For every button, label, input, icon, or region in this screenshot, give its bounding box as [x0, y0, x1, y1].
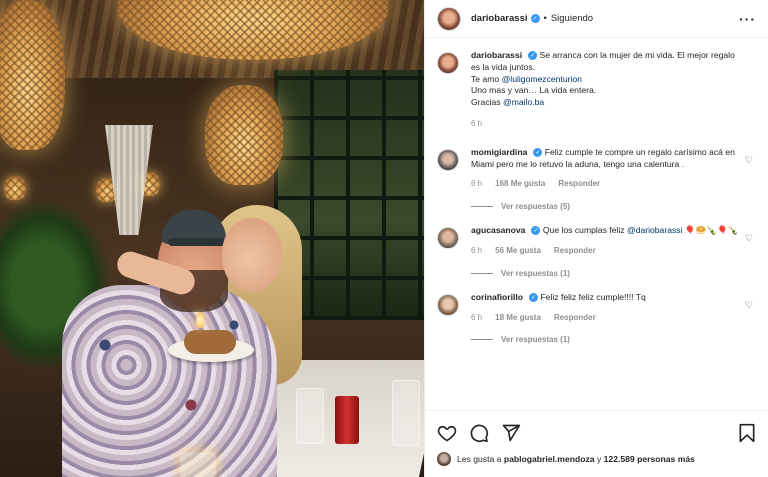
comment-emojis: 🎈🥯🍾🎈🍾	[684, 225, 739, 236]
caption-body: dariobarassi ✓ Se arranca con la mujer de…	[471, 50, 741, 130]
comment-time[interactable]: 6 h	[471, 312, 482, 324]
author-username[interactable]: dariobarassi	[471, 13, 528, 24]
author-avatar[interactable]	[437, 6, 461, 31]
photo-lamp	[0, 0, 65, 150]
comment-avatar[interactable]	[437, 293, 459, 316]
comment-username[interactable]: corinafiorillo	[471, 292, 523, 302]
verified-badge-icon: ✓	[530, 14, 540, 23]
photo-lamp	[205, 85, 283, 185]
comment-reply-button[interactable]: Responder	[554, 312, 596, 324]
likes-summary[interactable]: Les gusta a pablogabriel.mendoza y 122.5…	[437, 452, 760, 466]
comment-item: momigiardina ✓ Feliz cumple te compre un …	[437, 147, 757, 190]
comment-likes[interactable]: 168 Me gusta	[495, 178, 545, 190]
view-replies-label: Ver respuestas (1)	[501, 268, 570, 278]
photo-candle-jar	[180, 452, 216, 477]
comment-item: corinafiorillo ✓ Feliz feliz feliz cumple…	[437, 292, 757, 324]
caption-avatar[interactable]	[437, 52, 459, 74]
share-icon[interactable]	[501, 423, 521, 443]
comment-icon[interactable]	[469, 423, 489, 443]
caption-time[interactable]: 6 h	[471, 118, 482, 130]
header-separator: •	[543, 13, 547, 24]
view-replies-button[interactable]: Ver respuestas (5)	[471, 202, 757, 211]
photo-candle-flame	[196, 312, 204, 328]
comment-mention[interactable]: @dariobarassi	[627, 225, 683, 235]
comment-time[interactable]: 6 h	[471, 178, 482, 190]
photo-man-cap-brim	[168, 238, 226, 246]
comment-text: Que los cumplas feliz	[542, 225, 625, 236]
photo-cake	[184, 330, 236, 354]
view-replies-label: Ver respuestas (5)	[501, 202, 570, 212]
liker-username[interactable]: pablogabriel.mendoza	[504, 454, 595, 464]
likes-count[interactable]: 122.589 personas más	[604, 454, 695, 464]
caption-text-line3: Uno mas y van… La vida entera.	[471, 85, 597, 96]
caption: dariobarassi ✓ Se arranca con la mujer de…	[437, 50, 757, 130]
comment-like-heart-icon[interactable]: ♡	[745, 233, 753, 244]
post-photo[interactable]	[0, 0, 424, 477]
comment-like-heart-icon[interactable]: ♡	[745, 155, 753, 166]
view-replies-button[interactable]: Ver respuestas (1)	[471, 335, 757, 344]
caption-text-line4: Gracias	[471, 97, 501, 108]
caption-username[interactable]: dariobarassi	[471, 50, 522, 60]
comment-item: agucasanova ✓ Que los cumplas feliz @dari…	[437, 225, 757, 257]
comment-username[interactable]: agucasanova	[471, 225, 525, 235]
comment-like-heart-icon[interactable]: ♡	[745, 300, 753, 311]
comment-time[interactable]: 6 h	[471, 245, 482, 257]
verified-badge-icon: ✓	[533, 148, 543, 158]
comment-likes[interactable]: 18 Me gusta	[495, 312, 541, 324]
post-panel: dariobarassi ✓ • Siguiendo ··· dariobara…	[424, 0, 768, 477]
post-actions	[425, 410, 768, 454]
replies-line	[471, 339, 493, 341]
comment-body: agucasanova ✓ Que los cumplas feliz @dari…	[471, 225, 741, 257]
likes-prefix: Les gusta a	[457, 454, 502, 464]
comment-likes[interactable]: 56 Me gusta	[495, 245, 541, 257]
photo-lamp	[4, 176, 26, 200]
replies-line	[471, 272, 493, 274]
comment-reply-button[interactable]: Responder	[554, 245, 596, 257]
likes-middle: y	[596, 454, 602, 464]
view-replies-label: Ver respuestas (1)	[501, 335, 570, 345]
comment-text: Feliz feliz feliz cumple!!!! Tq	[540, 291, 646, 302]
following-button[interactable]: Siguiendo	[551, 13, 593, 24]
photo-soda-can	[335, 396, 359, 444]
photo-woman-face	[222, 218, 282, 292]
comment-avatar[interactable]	[437, 148, 459, 171]
photo-glass	[296, 388, 324, 444]
photo-glass	[392, 380, 420, 446]
post-header: dariobarassi ✓ • Siguiendo ···	[425, 0, 768, 38]
comment-username[interactable]: momigiardina	[471, 147, 527, 157]
comment-body: momigiardina ✓ Feliz cumple te compre un …	[471, 147, 741, 190]
verified-badge-icon: ✓	[528, 51, 538, 61]
like-heart-icon[interactable]	[437, 423, 457, 443]
more-options-icon[interactable]: ···	[739, 11, 756, 27]
view-replies-button[interactable]: Ver respuestas (1)	[471, 269, 757, 278]
photo-man-shirt	[62, 285, 277, 477]
comment-body: corinafiorillo ✓ Feliz feliz feliz cumple…	[471, 292, 741, 324]
liker-avatar[interactable]	[437, 452, 451, 466]
verified-badge-icon: ✓	[531, 226, 541, 236]
caption-text-line2: Te amo	[471, 73, 500, 84]
comment-avatar[interactable]	[437, 227, 459, 250]
comment-reply-button[interactable]: Responder	[558, 178, 600, 190]
comments-list[interactable]: dariobarassi ✓ Se arranca con la mujer de…	[425, 38, 768, 408]
caption-mention-mailo[interactable]: @mailo.ba	[503, 97, 544, 107]
verified-badge-icon: ✓	[529, 293, 539, 302]
replies-line	[471, 206, 493, 208]
caption-mention-luli[interactable]: @luligomezcenturion	[502, 74, 582, 84]
save-bookmark-icon[interactable]	[737, 423, 757, 443]
